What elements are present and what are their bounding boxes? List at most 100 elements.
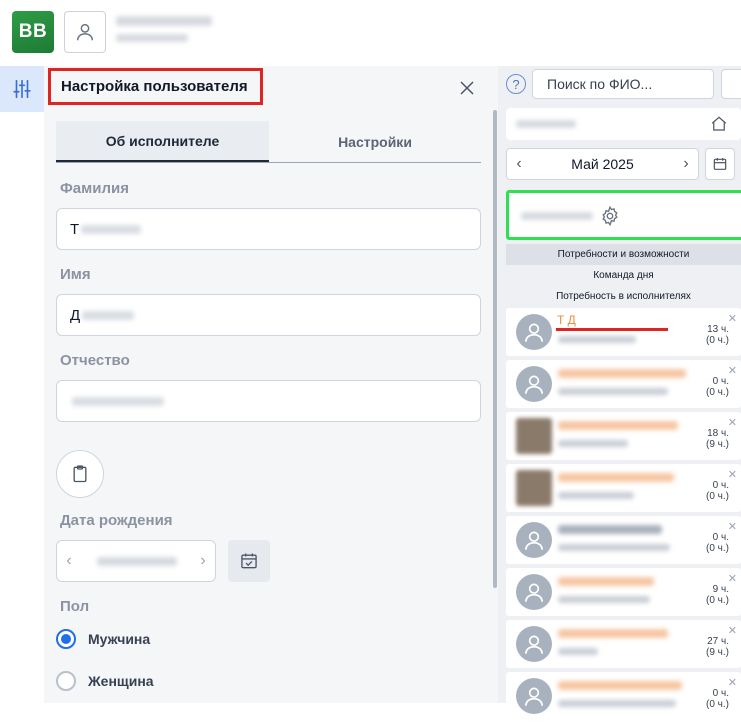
left-rail: [0, 66, 44, 703]
month-prev-arrow[interactable]: ‹: [509, 149, 529, 179]
executor-name-blurred: [558, 525, 662, 534]
firstname-blurred: [82, 310, 135, 320]
search-input[interactable]: Поиск по ФИО...: [532, 69, 714, 99]
paste-clipboard-button[interactable]: [56, 450, 104, 498]
remove-executor-icon[interactable]: ✕: [728, 624, 737, 637]
remove-executor-icon[interactable]: ✕: [728, 312, 737, 325]
executor-hours-sub: (0 ч.): [706, 699, 729, 710]
executor-photo: [516, 418, 552, 454]
executor-list: Т Д 13 ч. (0 ч.) ✕ 0 ч. (0 ч.) ✕ 18 ч. (9 ч.) ✕ 0 …: [506, 308, 741, 724]
executor-name-blurred: [558, 369, 686, 378]
settings-rail-button[interactable]: [0, 66, 44, 112]
group-settings-row[interactable]: [506, 190, 741, 240]
close-icon: [460, 81, 474, 95]
gear-icon[interactable]: [599, 205, 621, 227]
panel-tabs: Об исполнителе Настройки: [56, 121, 481, 163]
executor-avatar: [516, 678, 552, 714]
profile-role-blurred: [116, 34, 188, 42]
help-button[interactable]: ?: [506, 74, 526, 94]
radio-male[interactable]: [56, 629, 76, 649]
executor-card[interactable]: 0 ч. (0 ч.) ✕: [506, 516, 741, 564]
view-menu: Потребности и возможности Команда дня По…: [506, 244, 741, 308]
menu-executors-demand[interactable]: Потребность в исполнителях: [506, 286, 741, 307]
remove-executor-icon[interactable]: ✕: [728, 416, 737, 429]
remove-executor-icon[interactable]: ✕: [728, 520, 737, 533]
executor-hours-sub: (9 ч.): [706, 647, 729, 658]
month-label: Май 2025: [571, 156, 634, 172]
calendar-button[interactable]: [228, 540, 270, 582]
executor-card[interactable]: 18 ч. (9 ч.) ✕: [506, 412, 741, 460]
executors-column: ? Поиск по ФИО... ‹ Май 2025 › Потребнос…: [498, 66, 741, 720]
executor-card[interactable]: 9 ч. (0 ч.) ✕: [506, 568, 741, 616]
executor-hours: 18 ч. (9 ч.): [706, 428, 729, 450]
gender-label: Пол: [60, 598, 90, 615]
search-extra-button[interactable]: [721, 69, 741, 99]
executor-hours: 9 ч. (0 ч.): [706, 584, 729, 606]
patronymic-blurred: [72, 396, 164, 406]
gender-option-male[interactable]: Мужчина: [56, 629, 150, 649]
panel-header: Настройка пользователя: [44, 66, 498, 108]
executor-card[interactable]: 0 ч. (0 ч.) ✕: [506, 464, 741, 512]
executor-hours-total: 0 ч.: [712, 376, 729, 387]
radio-female[interactable]: [56, 671, 76, 691]
executor-hours: 27 ч. (9 ч.): [706, 636, 729, 658]
birthdate-picker[interactable]: ‹ ›: [56, 540, 216, 582]
date-prev-arrow[interactable]: ‹: [57, 541, 81, 581]
user-icon: [525, 375, 543, 394]
org-name-blurred: [516, 120, 576, 128]
calendar-check-icon: [241, 553, 257, 569]
gender-option-female[interactable]: Женщина: [56, 671, 154, 691]
executor-hours: 0 ч. (0 ч.): [706, 532, 729, 554]
firstname-label: Имя: [60, 266, 91, 283]
remove-executor-icon[interactable]: ✕: [728, 468, 737, 481]
month-calendar-button[interactable]: [705, 148, 735, 180]
month-next-arrow[interactable]: ›: [676, 149, 696, 179]
executor-role-blurred: [558, 544, 670, 551]
executor-hours-sub: (0 ч.): [706, 491, 729, 502]
executor-card[interactable]: Т Д 13 ч. (0 ч.) ✕: [506, 308, 741, 356]
tab-about-executor[interactable]: Об исполнителе: [56, 121, 269, 162]
birthdate-label: Дата рождения: [60, 512, 173, 529]
executor-hours: 0 ч. (0 ч.): [706, 688, 729, 710]
firstname-input[interactable]: Д: [56, 294, 481, 336]
executor-hours-sub: (0 ч.): [706, 335, 729, 346]
menu-team-of-day[interactable]: Команда дня: [506, 265, 741, 286]
executor-hours: 0 ч. (0 ч.): [706, 376, 729, 398]
patronymic-input[interactable]: [56, 380, 481, 422]
remove-executor-icon[interactable]: ✕: [728, 572, 737, 585]
tab-settings[interactable]: Настройки: [269, 121, 481, 162]
executor-card[interactable]: 27 ч. (9 ч.) ✕: [506, 620, 741, 668]
gender-male-label: Мужчина: [88, 631, 151, 647]
app-logo[interactable]: BB: [12, 11, 54, 53]
executor-avatar: [516, 522, 552, 558]
firstname-initial: Д: [70, 306, 81, 324]
menu-needs-opportunities[interactable]: Потребности и возможности: [506, 244, 741, 265]
month-selector: ‹ Май 2025 ›: [506, 148, 699, 180]
user-icon: [525, 687, 543, 706]
panel-scrollbar[interactable]: [493, 110, 497, 588]
lastname-initial: Т: [70, 220, 80, 238]
group-name-blurred: [521, 212, 593, 220]
lastname-input[interactable]: Т: [56, 208, 481, 250]
user-icon: [525, 635, 543, 654]
remove-executor-icon[interactable]: ✕: [728, 676, 737, 689]
executor-role-blurred: [558, 388, 668, 395]
org-selector[interactable]: [506, 108, 741, 140]
executor-card[interactable]: 0 ч. (0 ч.) ✕: [506, 672, 741, 720]
remove-executor-icon[interactable]: ✕: [728, 364, 737, 377]
executor-hours-sub: (9 ч.): [706, 439, 729, 450]
executor-name-initials: Т Д: [557, 313, 576, 327]
top-bar: BB: [0, 0, 741, 66]
executor-avatar: [516, 366, 552, 402]
executor-role-blurred: [558, 336, 636, 343]
close-button[interactable]: [457, 78, 477, 98]
executor-role-blurred: [558, 440, 628, 447]
date-next-arrow[interactable]: ›: [191, 541, 215, 581]
executor-name-blurred: [558, 421, 678, 430]
profile-button[interactable]: [64, 11, 106, 53]
executor-card[interactable]: 0 ч. (0 ч.) ✕: [506, 360, 741, 408]
executor-name-blurred: [558, 629, 668, 638]
executor-hours: 13 ч. (0 ч.): [706, 324, 729, 346]
executor-name-blurred: [558, 473, 674, 482]
executor-role-blurred: [558, 596, 650, 603]
